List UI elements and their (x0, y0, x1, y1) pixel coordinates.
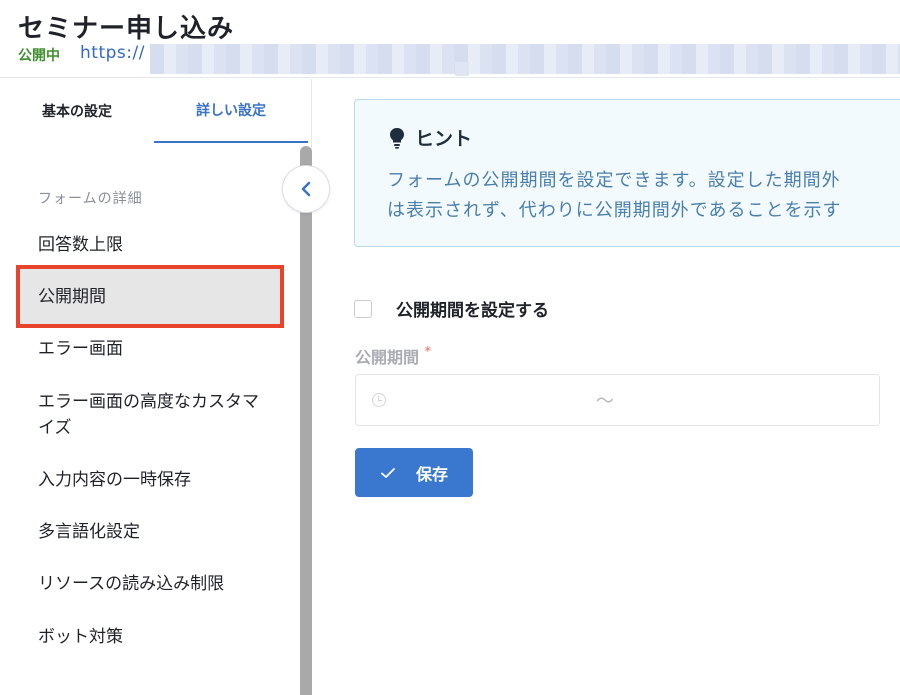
redacted-url (150, 44, 900, 74)
tab-detailed-settings[interactable]: 詳しい設定 (154, 79, 308, 143)
field-label-text: 公開期間 (355, 348, 420, 367)
sidebar-item-response-limit[interactable]: 回答数上限 (38, 232, 268, 258)
hint-title-text: ヒント (415, 128, 473, 150)
check-icon (381, 467, 395, 478)
clock-icon (372, 393, 386, 407)
range-separator: 〜 (596, 391, 614, 412)
required-mark: * (424, 344, 431, 358)
hint-line: は表示されず、代わりに公開期間外であることを示す (387, 200, 842, 221)
sidebar-item-publish-period[interactable]: 公開期間 (38, 284, 268, 310)
publish-period-range-input[interactable]: 〜 (355, 374, 880, 426)
form-url[interactable]: https:// (80, 43, 145, 63)
settings-sidebar: 基本の設定 詳しい設定 フォームの詳細 回答数上限 公開期間 エラー画面 エラー… (0, 79, 312, 695)
hint-line: フォームの公開期間を設定できます。設定した期間外 (387, 170, 841, 191)
hint-box: ヒント フォームの公開期間を設定できます。設定した期間外 は表示されず、代わりに… (354, 99, 900, 247)
lightbulb-icon (390, 127, 404, 149)
collapse-sidebar-button[interactable] (282, 165, 330, 213)
sidebar-item-error-screen-advanced[interactable]: エラー画面の高度なカスタマイズ (38, 389, 268, 441)
hint-title: ヒント (389, 124, 472, 151)
page-title: セミナー申し込み (18, 14, 235, 44)
publish-period-toggle-row: 公開期間を設定する (354, 296, 549, 321)
save-button-label: 保存 (415, 464, 448, 484)
page-header: セミナー申し込み 公開中 https:// (0, 0, 900, 78)
chevron-left-icon (301, 181, 311, 197)
sidebar-item-bot-protection[interactable]: ボット対策 (38, 624, 268, 650)
section-label: フォームの詳細 (38, 191, 143, 207)
publish-period-checkbox[interactable] (354, 299, 372, 318)
save-button[interactable]: 保存 (355, 448, 473, 497)
sidebar-item-error-screen[interactable]: エラー画面 (38, 336, 268, 362)
hint-body: フォームの公開期間を設定できます。設定した期間外 は表示されず、代わりに公開期間… (387, 166, 900, 226)
tab-basic-settings[interactable]: 基本の設定 (0, 79, 154, 143)
redacted-url-fragment (455, 62, 469, 76)
sidebar-scrollbar[interactable] (300, 146, 312, 695)
publish-period-field-label: 公開期間 * (355, 344, 431, 368)
publish-period-checkbox-label[interactable]: 公開期間を設定する (396, 296, 549, 321)
status-badge: 公開中 (18, 48, 60, 64)
sidebar-item-temporary-save[interactable]: 入力内容の一時保存 (38, 467, 268, 493)
sidebar-item-multilingual[interactable]: 多言語化設定 (38, 519, 268, 545)
sidebar-item-resource-limit[interactable]: リソースの読み込み制限 (38, 571, 268, 597)
